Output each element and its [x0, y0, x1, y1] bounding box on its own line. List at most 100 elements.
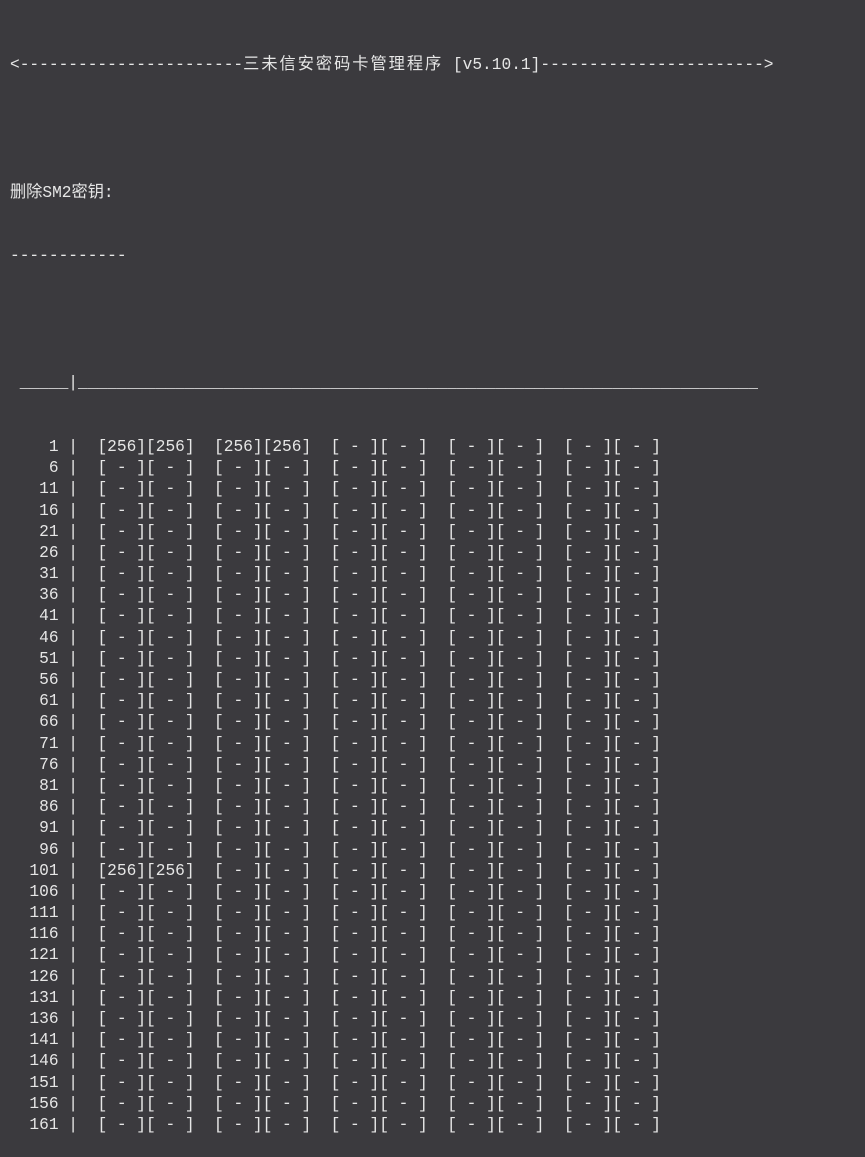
key-slot-cell: [ - ] [379, 882, 428, 901]
key-slot-cell: [ - ] [495, 776, 545, 795]
key-slot-cell: [ - ] [97, 1010, 147, 1029]
row-index: 71 [10, 734, 59, 753]
key-slot-cell: [ - ] [214, 1115, 263, 1134]
key-slot-cell: [ - ] [146, 459, 195, 478]
key-slot-cell: [256] [97, 861, 147, 880]
key-slot-cell: [ - ] [447, 480, 496, 499]
table-row: 21 | [ - ][ - ] [ - ][ - ] [ - ][ - ] [ … [10, 522, 774, 543]
key-slot-cell: [ - ] [146, 671, 195, 690]
key-slot-cell: [ - ] [379, 713, 428, 732]
key-slot-cell: [ - ] [495, 692, 545, 711]
key-slot-cell: [ - ] [612, 840, 661, 859]
key-slot-cell: [ - ] [447, 437, 496, 456]
key-slot-cell: [ - ] [612, 459, 661, 478]
key-slot-cell: [ - ] [563, 798, 613, 817]
key-slot-cell: [ - ] [447, 819, 496, 838]
key-slot-cell: [256] [146, 437, 195, 456]
key-slot-cell: [ - ] [379, 1115, 428, 1134]
table-row: 111 | [ - ][ - ] [ - ][ - ] [ - ][ - ] [… [10, 903, 774, 924]
key-slot-cell: [ - ] [330, 840, 380, 859]
key-slot-cell: [ - ] [97, 840, 147, 859]
table-row: 146 | [ - ][ - ] [ - ][ - ] [ - ][ - ] [… [10, 1051, 774, 1072]
key-slot-cell: [ - ] [330, 1115, 380, 1134]
key-slot-cell: [ - ] [214, 628, 263, 647]
key-slot-cell: [ - ] [262, 543, 312, 562]
key-slot-cell: [ - ] [563, 1031, 613, 1050]
table-row: 106 | [ - ][ - ] [ - ][ - ] [ - ][ - ] [… [10, 882, 774, 903]
key-slot-cell: [ - ] [214, 1031, 263, 1050]
key-slot-cell: [ - ] [563, 882, 613, 901]
key-slot-cell: [ - ] [97, 713, 147, 732]
key-slot-cell: [ - ] [214, 671, 263, 690]
column-separator: | [58, 649, 98, 668]
key-slot-cell: [ - ] [612, 671, 661, 690]
key-slot-cell: [ - ] [495, 565, 545, 584]
table-row: 71 | [ - ][ - ] [ - ][ - ] [ - ][ - ] [ … [10, 734, 774, 755]
key-slot-cell: [ - ] [379, 459, 428, 478]
key-slot-cell: [ - ] [447, 988, 496, 1007]
key-slot-cell: [ - ] [330, 586, 380, 605]
table-row: 16 | [ - ][ - ] [ - ][ - ] [ - ][ - ] [ … [10, 501, 774, 522]
column-separator: | [58, 565, 98, 584]
column-separator: | [58, 861, 98, 880]
key-slot-cell: [ - ] [146, 776, 195, 795]
key-slot-cell: [ - ] [563, 671, 613, 690]
key-slot-cell: [ - ] [214, 522, 263, 541]
key-slot-cell: [ - ] [612, 1094, 661, 1113]
key-slot-cell: [ - ] [495, 967, 545, 986]
key-slot-cell: [ - ] [447, 946, 496, 965]
key-slot-cell: [ - ] [563, 1010, 613, 1029]
key-slot-cell: [ - ] [447, 1052, 496, 1071]
terminal-output: <-----------------------三未信安密码卡管理程序 [v5.… [10, 13, 774, 1157]
key-slot-cell: [ - ] [563, 543, 613, 562]
key-slot-cell: [ - ] [262, 734, 312, 753]
row-index: 81 [10, 776, 59, 795]
column-separator: | [58, 543, 98, 562]
key-slot-cell: [ - ] [330, 798, 380, 817]
key-slot-cell: [ - ] [612, 480, 661, 499]
key-slot-cell: [ - ] [612, 713, 661, 732]
key-slot-cell: [ - ] [612, 649, 661, 668]
key-slot-cell: [ - ] [146, 882, 195, 901]
column-separator: | [58, 776, 98, 795]
column-separator: | [58, 819, 98, 838]
key-slot-cell: [ - ] [379, 692, 428, 711]
key-slot-cell: [ - ] [146, 988, 195, 1007]
key-slot-cell: [ - ] [495, 543, 545, 562]
key-slot-cell: [ - ] [214, 586, 263, 605]
table-row: 141 | [ - ][ - ] [ - ][ - ] [ - ][ - ] [… [10, 1030, 774, 1051]
key-slot-cell: [ - ] [214, 755, 263, 774]
key-slot-cell: [ - ] [214, 882, 263, 901]
row-index: 96 [10, 840, 59, 859]
key-slot-cell: [ - ] [214, 692, 263, 711]
key-slot-cell: [ - ] [447, 671, 496, 690]
key-slot-cell: [ - ] [495, 586, 545, 605]
key-slot-cell: [ - ] [563, 755, 613, 774]
column-separator: | [58, 1031, 98, 1050]
key-slot-cell: [ - ] [146, 607, 195, 626]
key-slot-cell: [ - ] [214, 607, 263, 626]
key-slot-cell: [ - ] [97, 967, 147, 986]
key-slot-cell: [ - ] [495, 1094, 545, 1113]
table-row: 11 | [ - ][ - ] [ - ][ - ] [ - ][ - ] [ … [10, 479, 774, 500]
key-slot-cell: [ - ] [97, 480, 147, 499]
section-underline: ------------ [10, 247, 127, 266]
column-separator: | [58, 988, 98, 1007]
key-slot-cell: [ - ] [262, 755, 312, 774]
key-slot-cell: [ - ] [495, 607, 545, 626]
key-slot-cell: [ - ] [97, 1031, 147, 1050]
key-slot-cell: [ - ] [330, 776, 380, 795]
key-slot-cell: [ - ] [97, 692, 147, 711]
key-slot-cell: [ - ] [330, 649, 380, 668]
key-slot-cell: [ - ] [262, 904, 312, 923]
key-slot-cell: [ - ] [447, 755, 496, 774]
table-row: 66 | [ - ][ - ] [ - ][ - ] [ - ][ - ] [ … [10, 712, 774, 733]
table-row: 51 | [ - ][ - ] [ - ][ - ] [ - ][ - ] [ … [10, 649, 774, 670]
table-row: 46 | [ - ][ - ] [ - ][ - ] [ - ][ - ] [ … [10, 628, 774, 649]
key-slot-cell: [ - ] [379, 480, 428, 499]
key-slot-cell: [ - ] [447, 925, 496, 944]
key-slot-cell: [ - ] [563, 967, 613, 986]
key-slot-cell: [ - ] [146, 904, 195, 923]
key-slot-cell: [ - ] [563, 1115, 613, 1134]
key-slot-cell: [ - ] [612, 1031, 661, 1050]
